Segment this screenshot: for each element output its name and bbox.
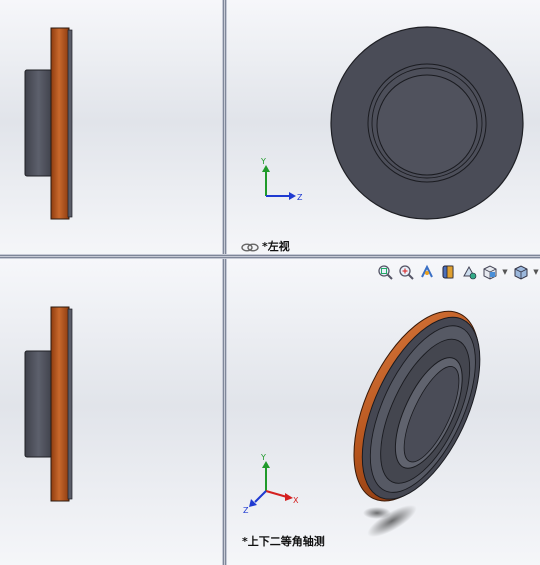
view-label-left: *左视	[241, 238, 290, 254]
heads-up-view-toolbar: ▼ ▼	[375, 262, 540, 281]
axis-y-label: Y	[260, 453, 266, 462]
chevron-down-icon[interactable]: ▼	[532, 262, 540, 281]
viewport-bottom-right[interactable]: Y X Z ▼ ▼ *上下二等角轴测	[227, 259, 540, 565]
previous-view-icon[interactable]	[417, 262, 436, 281]
viewport-top-right[interactable]: Y Z *左视	[227, 0, 540, 254]
dynamic-annotation-icon[interactable]	[459, 262, 478, 281]
axis-triad: Y Z	[260, 157, 303, 202]
part-flange-iso	[353, 310, 481, 502]
view-orientation-icon[interactable]	[480, 262, 499, 281]
chevron-down-icon[interactable]: ▼	[501, 262, 509, 281]
axis-z-label: Z	[243, 506, 249, 515]
view-name: *左视	[262, 240, 290, 253]
view-label-isometric: *上下二等角轴测	[242, 535, 325, 548]
inner-bore	[376, 74, 478, 176]
flange-ring	[50, 306, 70, 502]
part-side-view-top	[24, 27, 73, 220]
viewport-bottom-left[interactable]	[0, 259, 222, 565]
hub-body	[24, 350, 53, 458]
hub-body	[24, 69, 53, 177]
zoom-to-fit-icon[interactable]	[375, 262, 394, 281]
viewport-top-left[interactable]	[0, 0, 222, 254]
axis-y-label: Y	[260, 157, 266, 166]
link-icon	[241, 243, 259, 252]
axis-x-label: X	[293, 496, 299, 505]
solidworks-graphics-area: Y Z *左视 Y X Z ▼ ▼ *上下二等角轴测	[0, 0, 540, 565]
part-left-view: Y Z	[260, 26, 524, 220]
part-isometric-view: Y X Z	[243, 310, 481, 538]
axis-triad: Y X Z	[243, 453, 299, 515]
display-style-icon[interactable]	[511, 262, 530, 281]
axis-z-label: Z	[297, 193, 303, 202]
flange-ring	[50, 27, 70, 220]
zoom-to-area-icon[interactable]	[396, 262, 415, 281]
part-side-view-bottom	[24, 306, 73, 502]
section-view-icon[interactable]	[438, 262, 457, 281]
